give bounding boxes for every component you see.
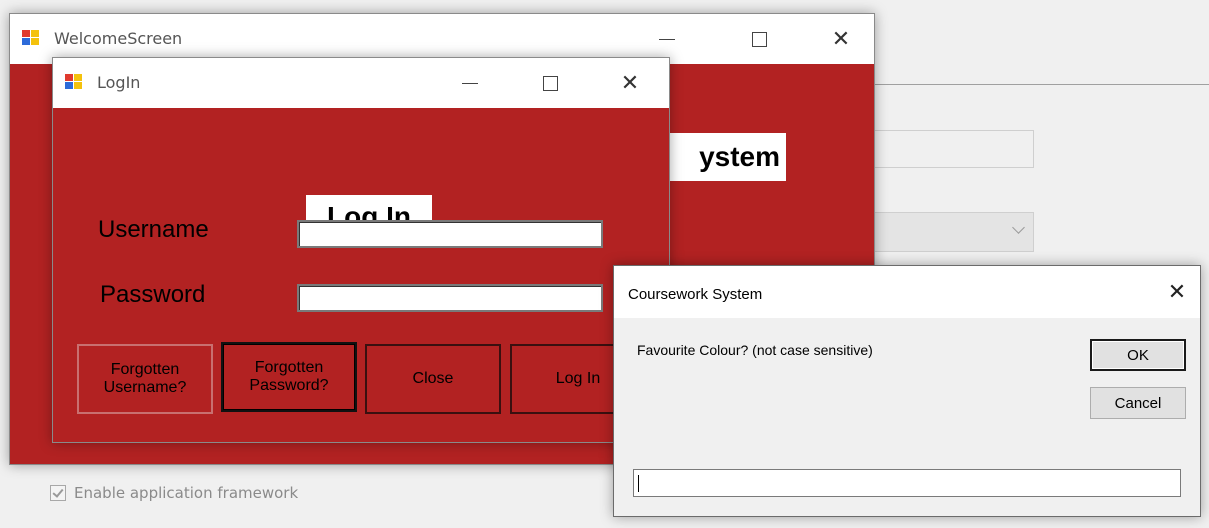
forgot-password-button[interactable]: Forgotten Password? xyxy=(221,342,357,412)
text-caret xyxy=(638,475,639,492)
section-divider xyxy=(874,84,1209,85)
form-app-icon xyxy=(65,74,83,90)
close-icon[interactable]: ✕ xyxy=(1154,266,1200,318)
answer-input[interactable] xyxy=(633,469,1181,497)
welcome-heading: ystem xyxy=(654,133,786,181)
enable-framework-checkbox[interactable]: Enable application framework xyxy=(50,484,298,502)
form-app-icon xyxy=(22,30,40,46)
password-label: Password xyxy=(100,281,206,308)
login-window: LogIn ✕ Log In Username Password Forgott… xyxy=(52,57,670,443)
minimize-button[interactable] xyxy=(447,58,493,108)
dialog-title: Coursework System xyxy=(628,286,763,303)
cancel-button[interactable]: Cancel xyxy=(1090,387,1186,419)
input-dialog: Coursework System ✕ Favourite Colour? (n… xyxy=(613,265,1201,517)
checkbox-icon xyxy=(50,485,66,501)
close-button[interactable]: ✕ xyxy=(818,14,864,64)
forgot-username-button[interactable]: Forgotten Username? xyxy=(77,344,213,414)
close-form-button[interactable]: Close xyxy=(365,344,501,414)
login-titlebar[interactable]: LogIn ✕ xyxy=(53,58,669,108)
maximize-button[interactable] xyxy=(527,58,573,108)
password-input[interactable] xyxy=(297,284,603,312)
username-input[interactable] xyxy=(297,220,603,248)
background-textbox[interactable] xyxy=(850,130,1034,168)
login-title: LogIn xyxy=(97,73,141,92)
close-button[interactable]: ✕ xyxy=(607,58,653,108)
login-client-area: Log In Username Password Forgotten Usern… xyxy=(53,108,669,442)
maximize-button[interactable] xyxy=(736,14,782,64)
chevron-down-icon xyxy=(1012,221,1025,234)
welcome-title: WelcomeScreen xyxy=(54,29,183,48)
dialog-titlebar[interactable]: Coursework System ✕ xyxy=(614,266,1200,318)
dialog-prompt: Favourite Colour? (not case sensitive) xyxy=(637,342,873,358)
enable-framework-label: Enable application framework xyxy=(74,484,299,502)
username-label: Username xyxy=(98,216,209,243)
background-combobox[interactable] xyxy=(850,212,1034,252)
ok-button[interactable]: OK xyxy=(1090,339,1186,371)
